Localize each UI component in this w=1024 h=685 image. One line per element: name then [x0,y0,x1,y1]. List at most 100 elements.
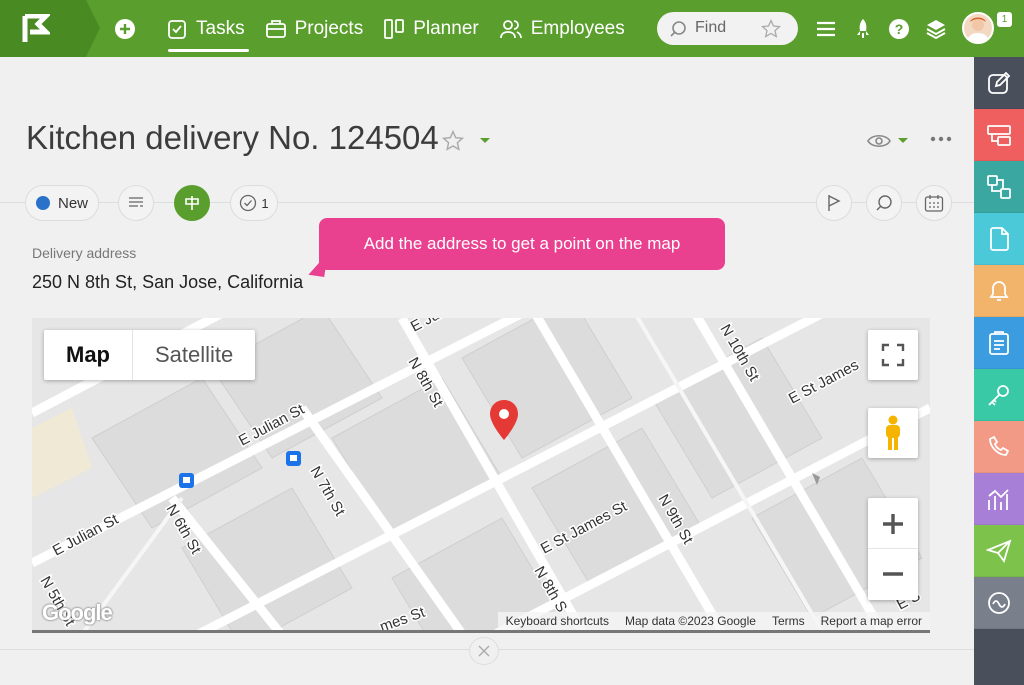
nav-planner[interactable]: Planner [383,0,479,57]
field-label: Delivery address [32,245,137,261]
flag-logo-icon [22,14,50,42]
task-panel: Kitchen delivery No. 124504 New 1 Delive… [0,57,974,685]
plus-icon [883,513,903,534]
sidebar-item-links[interactable] [974,161,1024,213]
chart-icon [988,488,1009,510]
nav-projects[interactable]: Projects [265,0,364,57]
tooltip-text: Add the address to get a point on the ma… [363,234,681,253]
sidebar-item-documents[interactable] [974,213,1024,265]
zoom-out-button[interactable] [868,549,918,599]
favorite-star-icon[interactable] [442,130,464,152]
eye-icon [867,134,908,148]
phone-icon [989,435,1010,456]
user-avatar-icon [967,17,989,42]
text-lines-icon [129,197,143,207]
link-nodes-icon [987,174,1011,199]
nav-employees-label: Employees [530,17,625,39]
status-dot [35,196,50,210]
map-field-button[interactable] [174,185,210,221]
description-button[interactable] [118,185,154,221]
sidebar-item-reports[interactable] [974,473,1024,525]
nav-planner-label: Planner [413,17,479,39]
rocket-icon[interactable] [851,17,875,41]
top-bar: Tasks Projects Planner Employees ? 1 [0,0,1024,57]
planner-icon [384,18,405,39]
flag-button[interactable] [816,185,852,221]
check-circle-icon [240,194,257,212]
zoom-in-button[interactable] [868,499,918,549]
edit-icon [988,71,1011,94]
favorite-star-icon[interactable] [761,19,781,39]
pegman-icon [886,415,900,450]
flag-icon [828,195,841,211]
users-icon [499,19,522,38]
sidebar-item-reminders[interactable] [974,265,1024,317]
sidebar-item-subtasks[interactable] [974,109,1024,161]
close-button[interactable] [469,637,499,665]
watch-button[interactable] [866,131,910,156]
right-sidebar [974,57,1024,685]
calendar-button[interactable] [916,185,952,221]
sidebar-item-calls[interactable] [974,421,1024,473]
sidebar-item-send[interactable] [974,525,1024,577]
menu-icon[interactable] [814,17,838,41]
status-button[interactable]: New [25,185,99,221]
avatar[interactable] [962,12,994,44]
map-view[interactable]: E Julian St E Julian St N 8th St N 7th S… [32,318,930,633]
app-logo[interactable] [0,0,100,57]
sidebar-item-activity[interactable] [974,577,1024,629]
layers-icon[interactable] [924,17,948,41]
add-icon[interactable] [113,17,137,41]
nav-tasks[interactable]: Tasks [166,0,249,57]
nav-projects-label: Projects [294,17,364,39]
comment-button[interactable] [866,185,902,221]
map-type-map[interactable]: Map [44,330,133,380]
address-value[interactable]: 250 N 8th St, San Jose, California [32,272,303,293]
minus-icon [883,572,903,576]
sidebar-item-edit[interactable] [974,57,1024,109]
search-icon [670,21,686,37]
activity-icon [988,591,1010,614]
terms-link[interactable]: Terms [764,614,813,628]
more-icon[interactable] [930,136,952,142]
help-icon[interactable]: ? [887,17,911,41]
map-data-text: Map data ©2023 Google [625,614,756,628]
briefcase-icon [265,19,286,38]
svg-text:?: ? [895,21,904,37]
sidebar-item-notes[interactable] [974,317,1024,369]
main-nav: Tasks Projects Planner Employees [166,0,645,57]
chevron-down-icon[interactable] [479,137,491,145]
google-logo: Google [42,600,113,625]
clipboard-icon [989,330,1009,355]
comment-icon [876,195,892,211]
map-type-toggle: Map Satellite [44,330,256,380]
clipboard-check-icon [168,19,186,39]
pegman-button[interactable] [868,408,918,458]
subtasks-icon [987,124,1011,146]
document-icon [990,226,1009,251]
search-input[interactable] [695,19,765,37]
map-type-satellite[interactable]: Satellite [133,330,255,380]
fullscreen-icon [881,343,905,367]
checklist-count: 1 [261,195,269,211]
map-attribution: Keyboard shortcuts Map data ©2023 Google… [497,612,930,630]
nav-tasks-label: Tasks [196,17,245,39]
search-box [657,12,798,45]
page-title: Kitchen delivery No. 124504 [26,119,439,156]
report-error-link[interactable]: Report a map error [813,614,930,628]
nav-employees[interactable]: Employees [499,0,625,57]
paper-plane-icon [986,538,1012,563]
calendar-icon [924,195,944,212]
zoom-controls [868,498,918,600]
checklist-button[interactable]: 1 [230,185,278,221]
fullscreen-button[interactable] [868,330,918,380]
sidebar-item-access[interactable] [974,369,1024,421]
signpost-icon [185,196,199,210]
key-icon [988,384,1009,406]
close-icon [478,645,490,657]
status-label: New [57,194,88,212]
bell-icon [989,280,1009,301]
keyboard-shortcuts-link[interactable]: Keyboard shortcuts [498,614,617,628]
hint-tooltip: Add the address to get a point on the ma… [319,218,725,270]
notification-badge: 1 [997,12,1012,27]
